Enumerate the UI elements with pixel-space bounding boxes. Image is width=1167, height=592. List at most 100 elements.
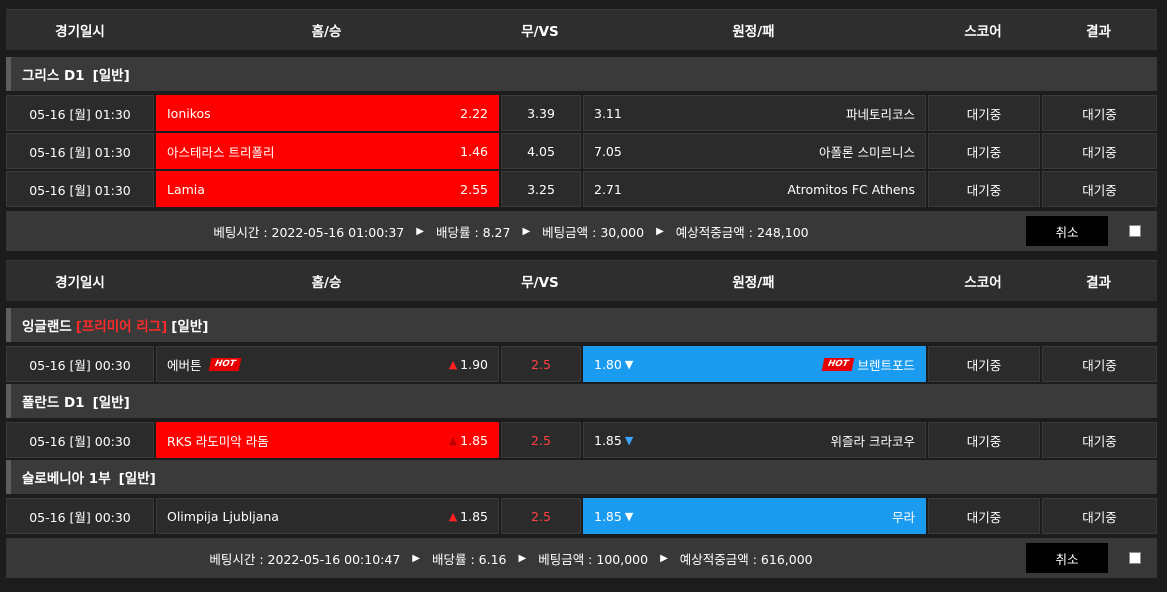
- away-team: 브렌트포드: [857, 357, 915, 373]
- table-header: 경기일시 홈/승 무/VS 원정/패 스코어 결과: [6, 260, 1157, 301]
- draw-odds-button[interactable]: 3.39: [501, 95, 581, 131]
- arrow-up-icon: ▲: [448, 433, 458, 447]
- home-team: Olimpija Ljubljana: [167, 508, 279, 524]
- bet-summary: 베팅시간 : 2022-05-16 00:10:47 ▶ 배당률 : 6.16 …: [6, 538, 1157, 578]
- league-title: 폴란드 D1 [일반]: [6, 384, 1157, 418]
- hot-badge: HOT: [821, 357, 855, 371]
- bet-summary: 베팅시간 : 2022-05-16 01:00:37 ▶ 배당률 : 8.27 …: [6, 211, 1157, 251]
- header-score: 스코어: [964, 275, 1002, 291]
- home-odds: 1.85: [460, 508, 488, 524]
- header-time: 경기일시: [55, 24, 105, 40]
- bet-slip: 경기일시 홈/승 무/VS 원정/패 스코어 결과 그리스 D1 [일반] 05…: [6, 9, 1157, 251]
- league-highlight: [프리미어 리그]: [75, 319, 168, 335]
- home-odds-button[interactable]: Olimpija Ljubljana ▲ 1.85: [156, 498, 499, 534]
- home-team: Lamia: [167, 181, 205, 197]
- header-time: 경기일시: [55, 275, 105, 291]
- triangle-right-icon: ▶: [656, 225, 664, 237]
- expected-win: 예상적중금액 : 616,000: [679, 551, 813, 567]
- match-time: 05-16 [월] 00:30: [6, 346, 154, 382]
- match-result: 대기중: [1042, 422, 1157, 458]
- triangle-right-icon: ▶: [416, 225, 424, 237]
- league-name: 폴란드 D1: [22, 395, 85, 411]
- away-odds-button[interactable]: 1.85 ▼ 무라: [583, 498, 926, 534]
- home-odds: 2.22: [460, 105, 488, 121]
- expected-win: 예상적중금액 : 248,100: [675, 224, 809, 240]
- home-odds-button[interactable]: RKS 라도미악 라돔 ▲ 1.85: [156, 422, 499, 458]
- hot-badge: HOT: [208, 357, 242, 371]
- league-name: 잉글랜드: [22, 319, 72, 335]
- header-draw: 무/VS: [521, 275, 559, 291]
- away-odds: 7.05: [594, 143, 622, 159]
- away-odds-button[interactable]: 7.05 아폴론 스미르니스: [583, 133, 926, 169]
- home-odds-button[interactable]: 에버튼 HOT ▲ 1.90: [156, 346, 499, 382]
- arrow-down-icon: ▼: [624, 357, 634, 371]
- match-score: 대기중: [928, 422, 1040, 458]
- home-odds-button[interactable]: 아스테라스 트리폴리 1.46: [156, 133, 499, 169]
- match-result: 대기중: [1042, 346, 1157, 382]
- draw-odds-button[interactable]: 2.5: [501, 346, 581, 382]
- match-row: 05-16 [월] 01:30 Ionikos 2.22 3.39 3.11 파…: [6, 95, 1157, 133]
- away-odds: 1.80: [594, 356, 622, 372]
- away-team: 아폴론 스미르니스: [819, 144, 915, 160]
- header-draw: 무/VS: [521, 24, 559, 40]
- triangle-right-icon: ▶: [522, 225, 531, 237]
- triangle-right-icon: ▶: [660, 552, 668, 564]
- away-team: 위즐라 크라코우: [830, 433, 915, 449]
- select-checkbox[interactable]: [1129, 552, 1141, 564]
- cancel-button[interactable]: 취소: [1026, 216, 1108, 246]
- league-type: [일반]: [171, 319, 209, 335]
- away-odds: 2.71: [594, 181, 622, 197]
- away-odds: 3.11: [594, 105, 622, 121]
- away-team: 무라: [891, 509, 915, 525]
- match-time: 05-16 [월] 01:30: [6, 95, 154, 131]
- draw-odds-button[interactable]: 4.05: [501, 133, 581, 169]
- bet-amount: 베팅금액 : 100,000: [538, 551, 649, 567]
- away-odds-button[interactable]: 1.80 ▼ HOT 브렌트포드: [583, 346, 926, 382]
- arrow-down-icon: ▼: [624, 433, 634, 447]
- home-odds: 1.85: [460, 432, 488, 448]
- match-time: 05-16 [월] 01:30: [6, 171, 154, 207]
- header-away: 원정/패: [732, 24, 775, 40]
- draw-odds-button[interactable]: 3.25: [501, 171, 581, 207]
- triangle-right-icon: ▶: [518, 552, 527, 564]
- arrow-down-icon: ▼: [624, 509, 634, 523]
- match-result: 대기중: [1042, 133, 1157, 169]
- match-score: 대기중: [928, 133, 1040, 169]
- home-team: Ionikos: [167, 105, 211, 121]
- match-row: 05-16 [월] 00:30 RKS 라도미악 라돔 ▲ 1.85 2.5 1…: [6, 422, 1157, 460]
- bet-summary-info: 베팅시간 : 2022-05-16 01:00:37 ▶ 배당률 : 8.27 …: [6, 222, 1016, 241]
- header-score: 스코어: [964, 24, 1002, 40]
- bet-amount: 베팅금액 : 30,000: [542, 224, 645, 240]
- match-time: 05-16 [월] 01:30: [6, 133, 154, 169]
- home-odds-button[interactable]: Lamia 2.55: [156, 171, 499, 207]
- draw-odds-button[interactable]: 2.5: [501, 498, 581, 534]
- draw-odds: 2.5: [531, 508, 551, 524]
- home-odds: 2.55: [460, 181, 488, 197]
- header-result: 결과: [1086, 275, 1111, 291]
- home-team: 에버튼: [167, 357, 202, 373]
- match-row: 05-16 [월] 01:30 아스테라스 트리폴리 1.46 4.05 7.0…: [6, 133, 1157, 171]
- draw-odds: 2.5: [531, 432, 551, 448]
- match-row: 05-16 [월] 01:30 Lamia 2.55 3.25 2.71 Atr…: [6, 171, 1157, 209]
- select-checkbox[interactable]: [1129, 225, 1141, 237]
- arrow-up-icon: ▲: [448, 509, 458, 523]
- league-type: [일반]: [92, 395, 130, 411]
- away-odds-button[interactable]: 3.11 파네토리코스: [583, 95, 926, 131]
- cancel-button[interactable]: 취소: [1026, 543, 1108, 573]
- home-odds-button[interactable]: Ionikos 2.22: [156, 95, 499, 131]
- bet-time: 베팅시간 : 2022-05-16 00:10:47: [209, 551, 401, 567]
- triangle-right-icon: ▶: [412, 552, 420, 564]
- match-row: 05-16 [월] 00:30 Olimpija Ljubljana ▲ 1.8…: [6, 498, 1157, 536]
- away-odds-button[interactable]: 2.71 Atromitos FC Athens: [583, 171, 926, 207]
- league-name: 그리스 D1: [22, 68, 85, 84]
- draw-odds: 3.39: [527, 105, 555, 121]
- away-odds: 1.85: [594, 432, 622, 448]
- bet-odds: 배당률 : 8.27: [435, 224, 511, 240]
- draw-odds: 2.5: [531, 356, 551, 372]
- arrow-up-icon: ▲: [448, 357, 458, 371]
- league-title: 잉글랜드 [프리미어 리그] [일반]: [6, 308, 1157, 342]
- draw-odds-button[interactable]: 2.5: [501, 422, 581, 458]
- match-time: 05-16 [월] 00:30: [6, 498, 154, 534]
- bet-time: 베팅시간 : 2022-05-16 01:00:37: [213, 224, 405, 240]
- away-odds-button[interactable]: 1.85 ▼ 위즐라 크라코우: [583, 422, 926, 458]
